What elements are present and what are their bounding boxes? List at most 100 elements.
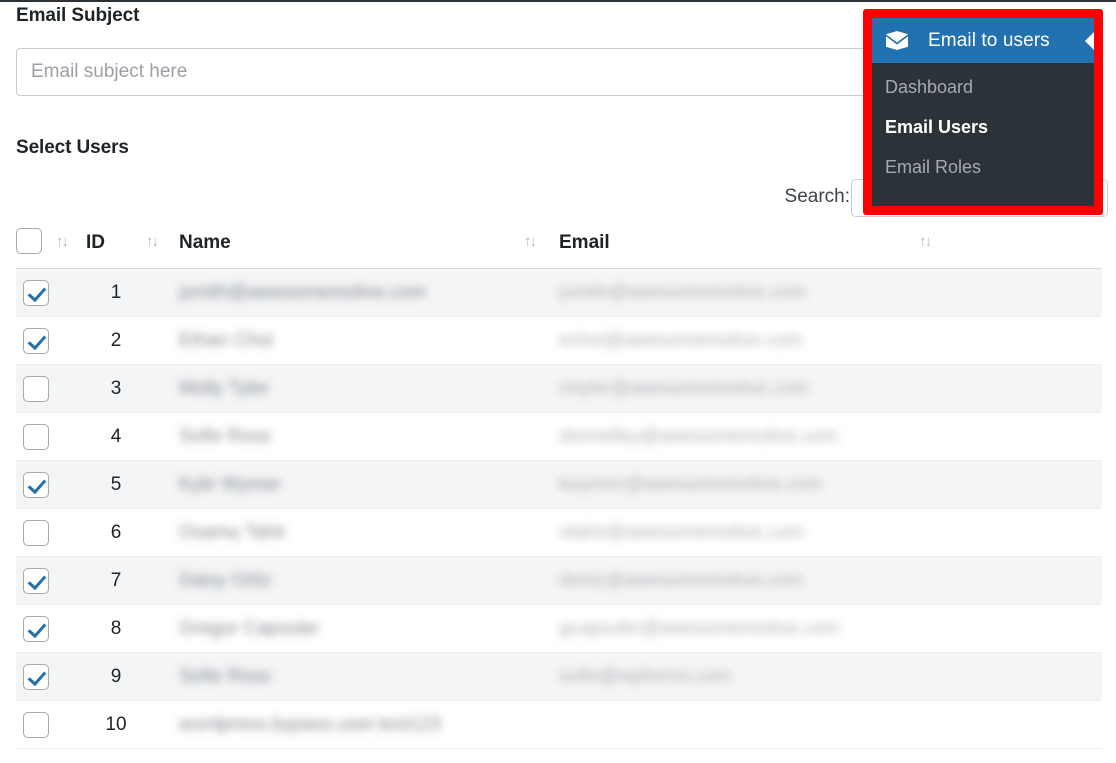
row-spacer-cell <box>524 604 559 653</box>
row-email-cell: kwymer@awesomemotive.com <box>559 460 1102 509</box>
table-row[interactable]: 7 Daisy Ortiz dortiz@awesomemotive.com <box>16 556 1102 605</box>
row-name-cell: Ethan Choi <box>179 316 524 365</box>
menu-item-email-roles[interactable]: Email Roles <box>872 147 1094 187</box>
row-select-checkbox[interactable] <box>23 615 49 642</box>
menu-header[interactable]: Email to users <box>872 18 1094 63</box>
row-select-checkbox[interactable] <box>23 663 49 690</box>
row-spacer-cell <box>524 268 559 317</box>
table-row[interactable]: 3 Molly Tyler mtyler@awesomemotive.com <box>16 364 1102 413</box>
row-id: 8 <box>86 604 146 653</box>
select-all-cell <box>16 228 56 269</box>
row-spacer-cell <box>56 508 86 557</box>
row-name-cell: Kyle Wymer <box>179 460 524 509</box>
top-divider <box>0 0 1116 2</box>
row-select-checkbox[interactable] <box>23 567 49 594</box>
row-email-cell: dortiz@awesomemotive.com <box>559 556 1102 605</box>
table-row[interactable]: 4 Sofie Ross donnelley@awesomemotive.com <box>16 412 1102 461</box>
table-row[interactable]: 5 Kyle Wymer kwymer@awesomemotive.com <box>16 460 1102 509</box>
row-email: mtyler@awesomemotive.com <box>559 377 809 399</box>
row-name-cell: Gregor Capsuler <box>179 604 524 653</box>
sort-icon[interactable]: ↑↓ <box>146 234 159 249</box>
table-row[interactable]: 6 Osamu Tahir otahir@awesomemotive.com <box>16 508 1102 557</box>
row-select-checkbox[interactable] <box>23 375 49 402</box>
users-table: ↑↓ ID ↑↓ Name ↑↓ Email ↑↓ 1 jsmith@aweso… <box>16 228 1102 749</box>
row-spacer-cell <box>146 316 179 365</box>
sort-name-cell: ↑↓ <box>524 228 559 269</box>
search-label: Search: <box>784 186 850 207</box>
row-email-cell: echoi@awesomemotive.com <box>559 316 1102 365</box>
row-spacer-cell <box>146 604 179 653</box>
row-id: 5 <box>86 460 146 509</box>
row-email: sofie@wpforms.com <box>559 665 732 687</box>
row-spacer-cell <box>524 412 559 461</box>
row-name-cell: Daisy Ortiz <box>179 556 524 605</box>
row-name: Sofie Ross <box>179 425 271 447</box>
row-spacer-cell <box>56 652 86 701</box>
row-email: kwymer@awesomemotive.com <box>559 473 823 495</box>
select-users-label: Select Users <box>16 137 129 158</box>
menu-item-email-users[interactable]: Email Users <box>872 107 1094 147</box>
row-select-checkbox[interactable] <box>23 711 49 738</box>
table-row[interactable]: 1 jsmith@awesomemotive.com jsmith@awesomem… <box>16 268 1102 317</box>
row-id: 10 <box>86 700 146 749</box>
row-spacer-cell <box>524 508 559 557</box>
table-row[interactable]: 2 Ethan Choi echoi@awesomemotive.com <box>16 316 1102 365</box>
caret-left-icon <box>1085 31 1094 50</box>
row-id: 3 <box>86 364 146 413</box>
column-header-id[interactable]: ID <box>86 228 146 269</box>
row-email-cell: sofie@wpforms.com <box>559 652 1102 701</box>
row-checkbox-cell <box>16 412 56 461</box>
row-checkbox-cell <box>16 268 56 317</box>
row-name: wordpress.bypass.user.test123 <box>179 713 441 735</box>
row-select-checkbox[interactable] <box>23 471 49 498</box>
row-spacer-cell <box>524 700 559 749</box>
row-select-checkbox[interactable] <box>23 279 49 306</box>
row-spacer-cell <box>524 364 559 413</box>
row-email-cell: mtyler@awesomemotive.com <box>559 364 1102 413</box>
row-id: 6 <box>86 508 146 557</box>
row-email: echoi@awesomemotive.com <box>559 329 803 351</box>
row-id: 4 <box>86 412 146 461</box>
sort-id-cell: ↑↓ <box>146 228 179 269</box>
row-select-checkbox[interactable] <box>23 423 49 450</box>
row-name-cell: Sofie Ross <box>179 412 524 461</box>
row-select-checkbox[interactable] <box>23 519 49 546</box>
row-name: Daisy Ortiz <box>179 569 272 591</box>
row-checkbox-cell <box>16 556 56 605</box>
table-row[interactable]: 8 Gregor Capsuler gcapsuler@awesomemotive.… <box>16 604 1102 653</box>
table-row[interactable]: 10 wordpress.bypass.user.test123 <box>16 700 1102 749</box>
row-name: Gregor Capsuler <box>179 617 320 639</box>
row-spacer-cell <box>524 652 559 701</box>
row-checkbox-cell <box>16 700 56 749</box>
menu-title: Email to users <box>928 29 1050 51</box>
row-email-cell: gcapsuler@awesomemotive.com <box>559 604 1102 653</box>
row-checkbox-cell <box>16 460 56 509</box>
select-all-checkbox[interactable] <box>16 228 42 254</box>
menu-item-dashboard[interactable]: Dashboard <box>872 67 1094 107</box>
row-name-cell: Osamu Tahir <box>179 508 524 557</box>
row-name-cell: Sofie Ross <box>179 652 524 701</box>
row-name: Ethan Choi <box>179 329 274 351</box>
row-email: otahir@awesomemotive.com <box>559 521 805 543</box>
row-spacer-cell <box>524 556 559 605</box>
row-select-checkbox[interactable] <box>23 327 49 354</box>
menu-item-list: Dashboard Email Users Email Roles <box>872 67 1094 187</box>
row-spacer-cell <box>146 508 179 557</box>
page-root: Email Subject Select Users Search: ↑↓ <box>0 0 1116 763</box>
row-name: Kyle Wymer <box>179 473 282 495</box>
column-header-email[interactable]: Email <box>559 228 919 269</box>
admin-flyout-menu: Email to users Dashboard Email Users Email… <box>872 18 1094 206</box>
row-email: dortiz@awesomemotive.com <box>559 569 804 591</box>
row-spacer-cell <box>146 460 179 509</box>
row-spacer-cell <box>56 412 86 461</box>
row-spacer-cell <box>146 412 179 461</box>
column-header-name[interactable]: Name <box>179 228 524 269</box>
row-spacer-cell <box>56 460 86 509</box>
row-name-cell: jsmith@awesomemotive.com <box>179 268 524 317</box>
sort-icon[interactable]: ↑↓ <box>524 234 537 249</box>
row-email: gcapsuler@awesomemotive.com <box>559 617 840 639</box>
table-row[interactable]: 9 Sofie Ross sofie@wpforms.com <box>16 652 1102 701</box>
sort-icon[interactable]: ↑↓ <box>919 234 932 249</box>
row-spacer-cell <box>146 364 179 413</box>
sort-icon[interactable]: ↑↓ <box>56 234 69 249</box>
